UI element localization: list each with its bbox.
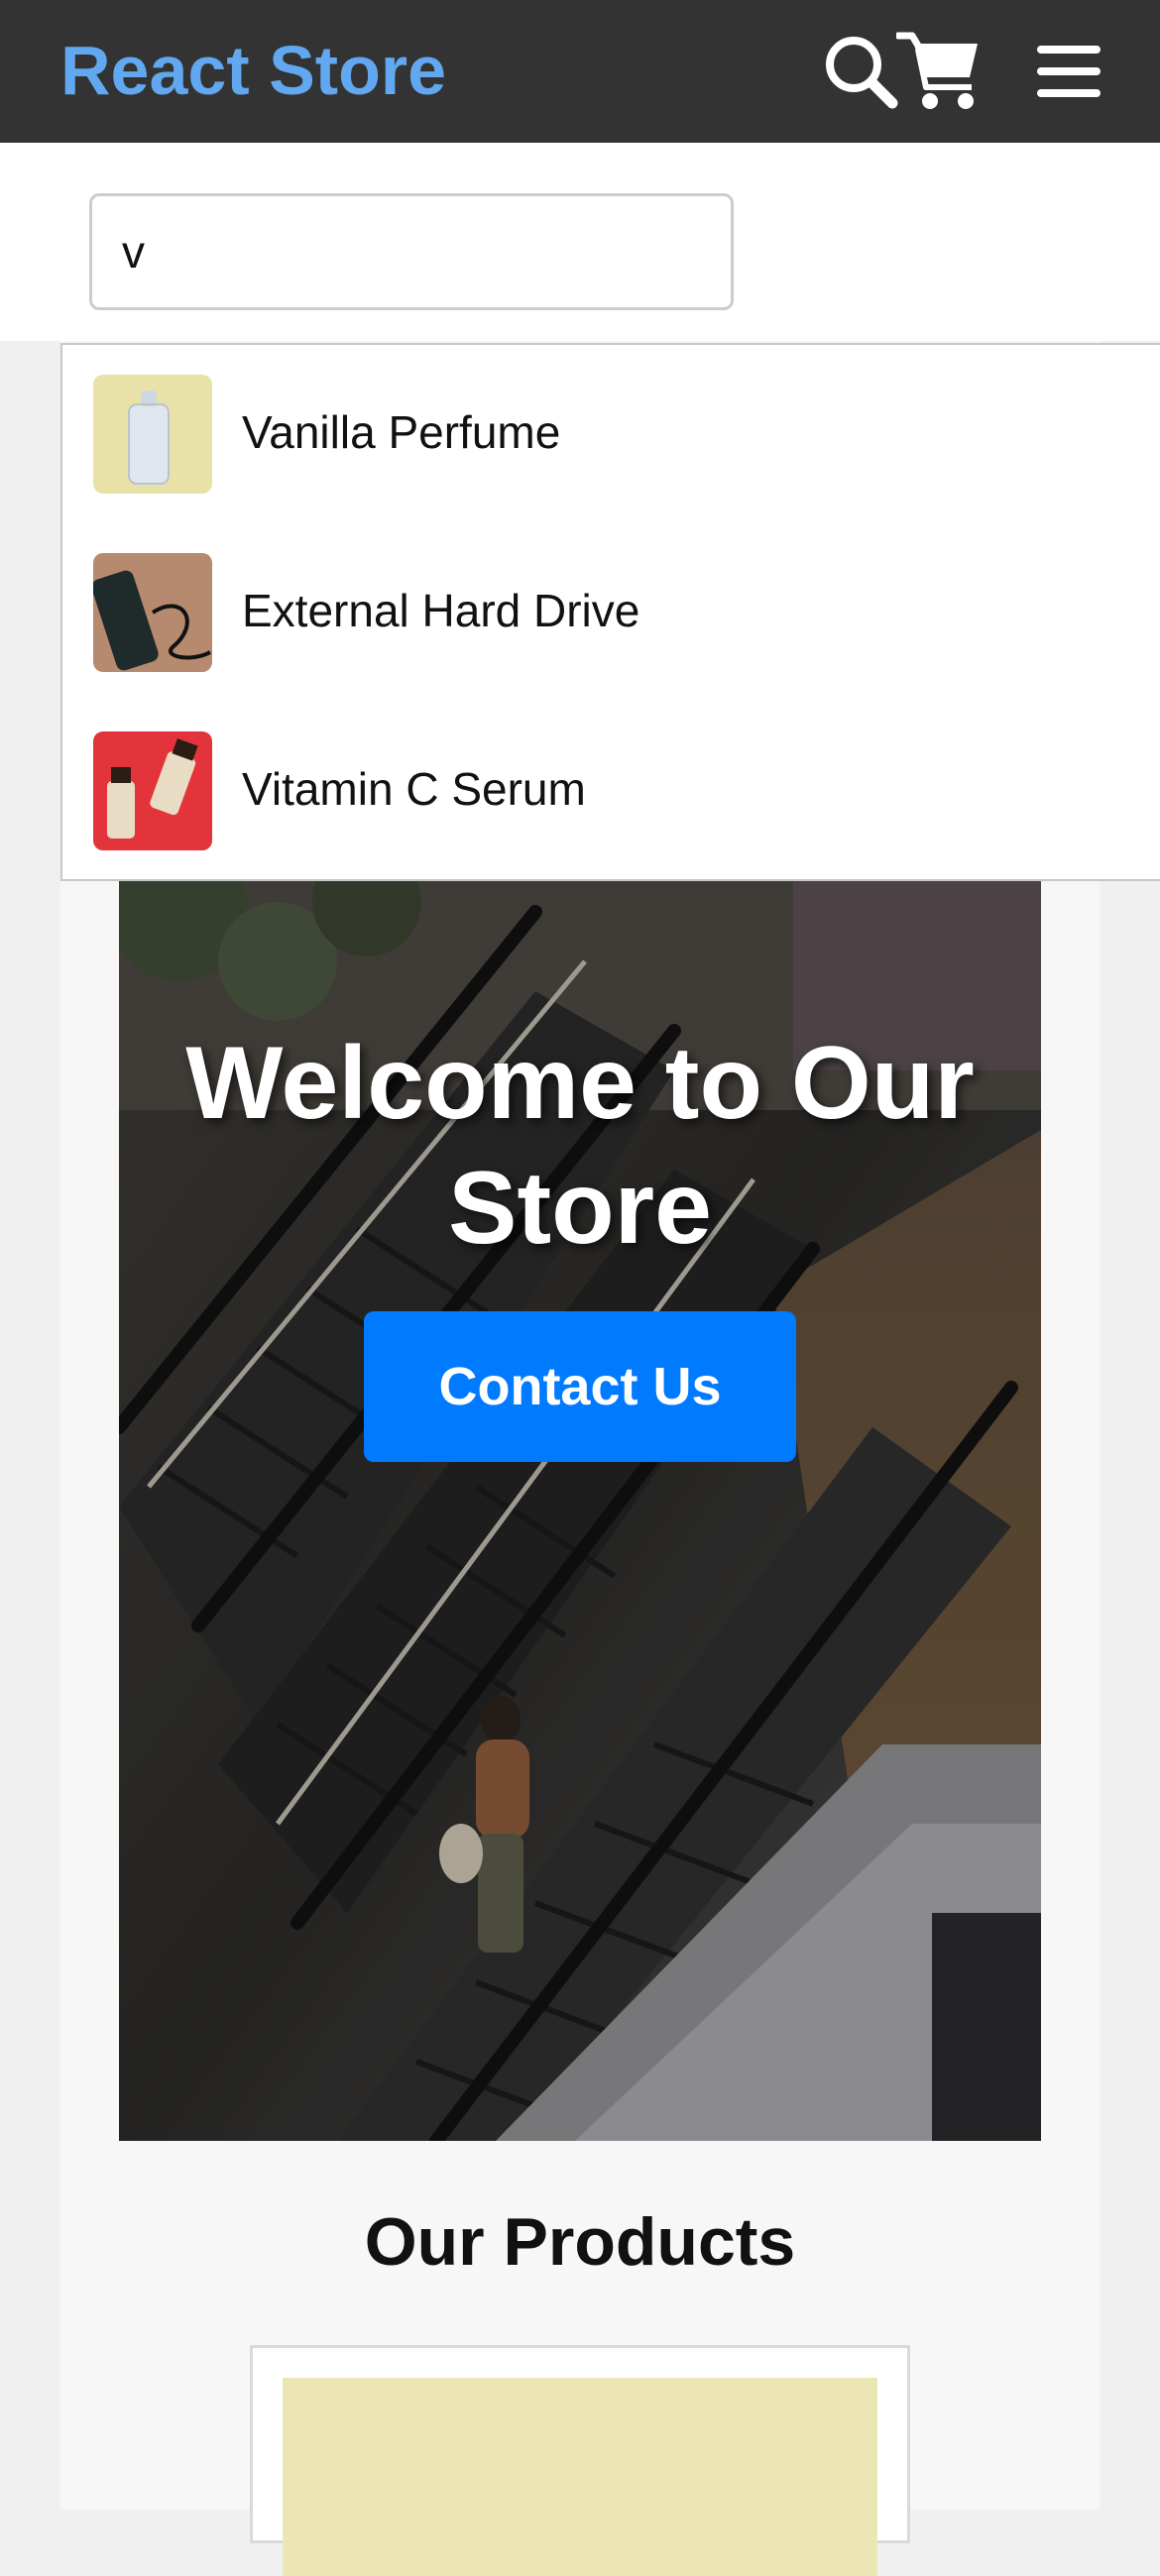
navbar: React Store <box>0 0 1160 143</box>
product-thumbnail <box>93 375 212 494</box>
product-card[interactable] <box>250 2345 910 2576</box>
search-result-name: External Hard Drive <box>242 585 640 636</box>
product-image <box>283 2378 877 2576</box>
search-result-item[interactable]: Vitamin C Serum <box>62 702 1160 880</box>
cart-icon[interactable] <box>894 30 980 111</box>
contact-us-button[interactable]: Contact Us <box>364 1311 796 1462</box>
search-icon[interactable] <box>823 34 898 109</box>
hero-title: Welcome to Our Store <box>185 1026 975 1266</box>
menu-icon[interactable] <box>1037 44 1101 99</box>
product-thumbnail <box>93 731 212 850</box>
search-result-item[interactable]: Vanilla Perfume <box>62 345 1160 523</box>
hero-banner: Welcome to Our Store Contact Us <box>119 872 1041 2141</box>
products-heading: Our Products <box>364 2204 796 2280</box>
product-thumbnail <box>93 553 212 672</box>
search-result-name: Vanilla Perfume <box>242 406 561 458</box>
brand-logo[interactable]: React Store <box>60 29 446 112</box>
search-result-name: Vitamin C Serum <box>242 763 586 815</box>
search-results-dropdown: Vanilla Perfume External Hard Drive Vita… <box>60 343 1160 881</box>
search-input[interactable] <box>89 193 734 310</box>
search-bar <box>0 143 1160 341</box>
search-result-item[interactable]: External Hard Drive <box>62 523 1160 702</box>
